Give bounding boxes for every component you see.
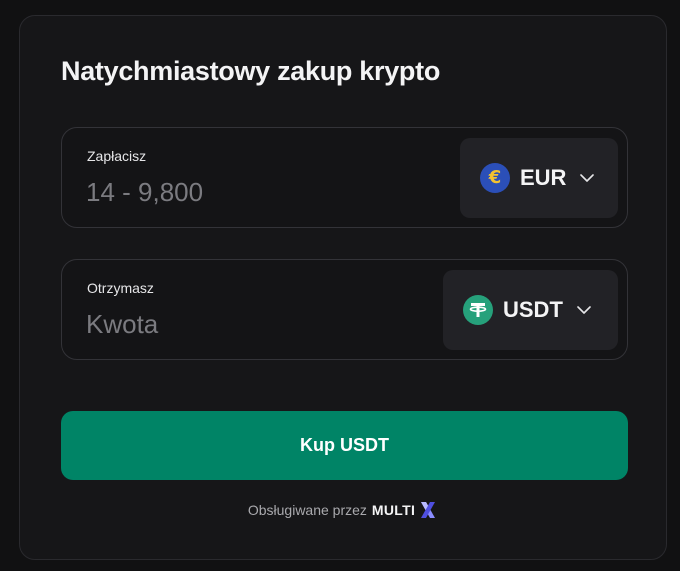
- receive-field: Otrzymasz USDT: [61, 259, 628, 360]
- chevron-down-icon: [577, 306, 591, 314]
- receive-label: Otrzymasz: [87, 280, 154, 296]
- chevron-down-icon: [580, 174, 595, 182]
- pay-currency-code: EUR: [520, 165, 567, 190]
- tether-coin-icon: [463, 295, 493, 325]
- widget-title: Natychmiastowy zakup krypto: [61, 56, 441, 86]
- euro-symbol: €: [488, 167, 502, 188]
- pay-label: Zapłacisz: [87, 148, 147, 164]
- brand-name: MULTI: [371, 502, 416, 518]
- receive-amount-input[interactable]: [86, 306, 406, 342]
- buy-button[interactable]: Kup USDT: [61, 411, 628, 480]
- receive-currency-code: USDT: [503, 297, 563, 322]
- receive-currency-select[interactable]: USDT: [443, 270, 618, 350]
- pay-amount-input[interactable]: [86, 174, 406, 210]
- pay-currency-select[interactable]: € EUR: [460, 138, 618, 218]
- x-logo-icon: [418, 500, 438, 520]
- euro-coin-icon: €: [480, 163, 510, 193]
- powered-by-text: Obsługiwane przez: [247, 502, 367, 518]
- pay-field: Zapłacisz € EUR: [61, 127, 628, 228]
- purchase-widget: Natychmiastowy zakup krypto Zapłacisz € …: [19, 15, 667, 560]
- powered-by: Obsługiwane przez MULTI: [20, 500, 666, 520]
